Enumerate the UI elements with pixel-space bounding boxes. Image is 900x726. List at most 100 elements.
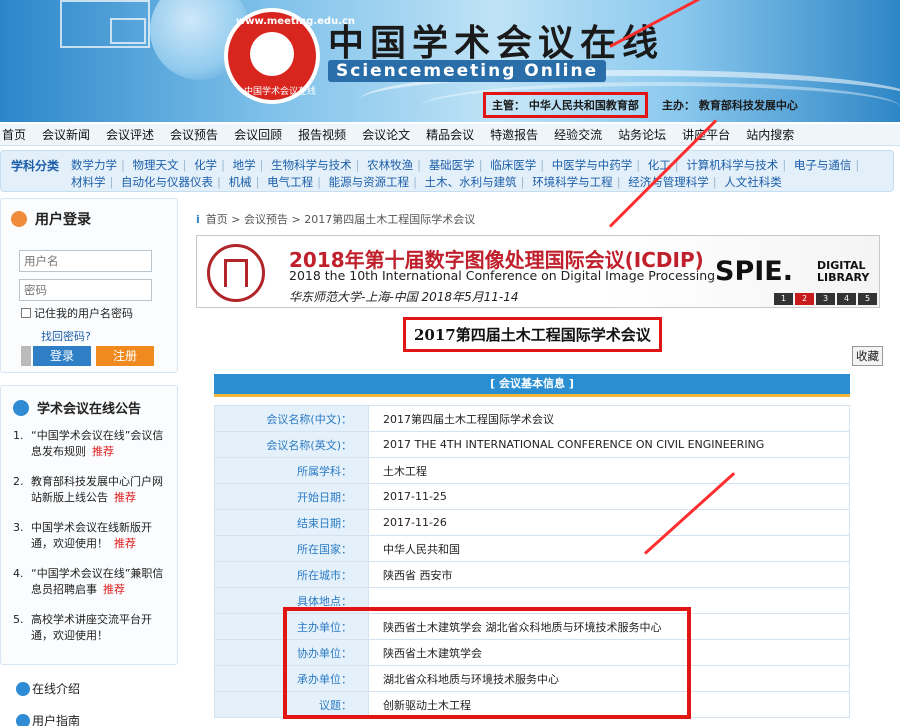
- subject-row-2: 材料学 | 自动化与仪器仪表 | 机械 | 电气工程 | 能源与资源工程 | 土木、水利与…: [71, 175, 782, 189]
- table-row: 承办单位： 湖北省众科地质与环境技术服务中心: [214, 665, 850, 692]
- remember-me[interactable]: 记住我的用户名密码: [21, 305, 133, 321]
- login-panel: 用户登录 记住我的用户名密码 找回密码? 登录 注册: [0, 198, 178, 373]
- field-value: 2017第四届土木工程国际学术会议: [368, 405, 850, 432]
- main-nav: 首页 会议新闻 会议评述 会议预告 会议回顾 报告视频 会议论文 精品会议 特邀…: [0, 124, 900, 146]
- ad-subtitle: 2018 the 10th International Conference o…: [289, 268, 716, 283]
- field-label: 结束日期：: [214, 509, 369, 536]
- recommend-badge: 推荐: [103, 583, 125, 596]
- subject-link[interactable]: 化学: [194, 158, 217, 172]
- subject-link[interactable]: 机械: [229, 175, 252, 189]
- register-button[interactable]: 注册: [96, 346, 154, 366]
- item-text: “中国学术会议在线”兼职信息员招聘启事 推荐: [31, 566, 173, 598]
- subject-link[interactable]: 基础医学: [429, 158, 475, 172]
- nav-retrospect[interactable]: 会议回顾: [234, 126, 282, 143]
- subject-link[interactable]: 材料学: [71, 175, 106, 189]
- nav-experience[interactable]: 经验交流: [554, 126, 602, 143]
- subject-link[interactable]: 农林牧渔: [367, 158, 413, 172]
- subject-link[interactable]: 能源与资源工程: [329, 175, 410, 189]
- collect-button[interactable]: 收藏: [852, 346, 883, 366]
- subject-link[interactable]: 经济与管理科学: [628, 175, 709, 189]
- nav-review[interactable]: 会议评述: [106, 126, 154, 143]
- subject-link[interactable]: 物理天文: [133, 158, 179, 172]
- recommend-badge: 推荐: [114, 537, 136, 550]
- announcement-item[interactable]: 3. 中国学术会议在线新版开通，欢迎使用！ 推荐: [13, 520, 173, 552]
- breadcrumb-text[interactable]: 首页 > 会议预告 > 2017第四届土木工程国际学术会议: [206, 213, 475, 226]
- table-row: 议题： 创新驱动土木工程: [214, 691, 850, 718]
- ad-page-button[interactable]: 5: [858, 293, 877, 305]
- nav-invited[interactable]: 特邀报告: [490, 126, 538, 143]
- side-link-label: 用户指南: [32, 714, 81, 726]
- nav-video[interactable]: 报告视频: [298, 126, 346, 143]
- item-text: 教育部科技发展中心门户网站新版上线公告 推荐: [31, 474, 173, 506]
- table-row: 主办单位： 陕西省土木建筑学会 湖北省众科地质与环境技术服务中心: [214, 613, 850, 640]
- subject-link[interactable]: 计算机科学与技术: [686, 158, 778, 172]
- table-row: 所属学科： 土木工程: [214, 457, 850, 484]
- logo-arc-text: 中国学术会议在线: [244, 87, 317, 97]
- table-row: 会议名称(英文)： 2017 THE 4TH INTERNATIONAL CONF…: [214, 431, 850, 458]
- item-title[interactable]: 教育部科技发展中心门户网站新版上线公告: [31, 475, 163, 504]
- item-title[interactable]: 高校学术讲座交流平台开通，欢迎使用！: [31, 613, 152, 642]
- side-link-guide[interactable]: 用户指南: [16, 712, 80, 726]
- info-section-title: [ 会议基本信息 ]: [490, 377, 574, 390]
- user-icon: [11, 211, 27, 227]
- site-logo[interactable]: www.meeting.edu.cn 中国学术会议在线: [224, 8, 355, 104]
- nav-papers[interactable]: 会议论文: [362, 126, 410, 143]
- ad-page-button[interactable]: 4: [837, 293, 856, 305]
- ad-page-button-active[interactable]: 2: [795, 293, 814, 305]
- subject-link[interactable]: 环境科学与工程: [532, 175, 613, 189]
- item-title[interactable]: “中国学术会议在线”兼职信息员招聘启事: [31, 567, 163, 596]
- announcement-item[interactable]: 2. 教育部科技发展中心门户网站新版上线公告 推荐: [13, 474, 173, 506]
- subject-link[interactable]: 自动化与仪器仪表: [121, 175, 213, 189]
- table-row: 所在国家： 中华人民共和国: [214, 535, 850, 562]
- ad-page-button[interactable]: 3: [816, 293, 835, 305]
- organizer-label: 主办： 教育部科技发展中心: [662, 99, 798, 112]
- nav-search[interactable]: 站内搜索: [746, 126, 794, 143]
- login-button[interactable]: 登录: [33, 346, 91, 366]
- announcement-list: 1. “中国学术会议在线”会议信息发布规则 推荐 2. 教育部科技发展中心门户网站新版…: [13, 428, 173, 658]
- field-value: 土木工程: [368, 457, 850, 484]
- page-root: www.meeting.edu.cn 中国学术会议在线 中国学术会议在线 Sci…: [0, 0, 900, 726]
- login-decor-strip: [21, 346, 31, 366]
- nav-home[interactable]: 首页: [2, 126, 26, 143]
- subject-link[interactable]: 数学力学: [71, 158, 117, 172]
- site-title-cn: 中国学术会议在线: [328, 22, 665, 64]
- spie-dl-text: DIGITAL LIBRARY: [817, 259, 870, 284]
- announcement-item[interactable]: 5. 高校学术讲座交流平台开通，欢迎使用！: [13, 612, 173, 644]
- field-label: 所属学科：: [214, 457, 369, 484]
- subject-link[interactable]: 电气工程: [267, 175, 313, 189]
- field-value: 2017 THE 4TH INTERNATIONAL CONFERENCE ON…: [368, 431, 850, 458]
- subject-link[interactable]: 土木、水利与建筑: [425, 175, 517, 189]
- ad-banner[interactable]: 2018年第十届数字图像处理国际会议(ICDIP) 2018 the 10th …: [196, 235, 880, 308]
- forgot-password-link[interactable]: 找回密码?: [41, 328, 91, 344]
- field-label: 具体地点：: [214, 587, 369, 614]
- nav-news[interactable]: 会议新闻: [42, 126, 90, 143]
- field-label: 议题：: [214, 691, 369, 718]
- subject-link[interactable]: 电子与通信: [794, 158, 852, 172]
- side-link-intro[interactable]: 在线介绍: [16, 680, 80, 697]
- subject-link[interactable]: 生物科学与技术: [271, 158, 352, 172]
- subject-link[interactable]: 临床医学: [490, 158, 536, 172]
- spie-logo: SPIE.: [715, 256, 793, 287]
- announcement-item[interactable]: 4. “中国学术会议在线”兼职信息员招聘启事 推荐: [13, 566, 173, 598]
- subject-link[interactable]: 地学: [233, 158, 256, 172]
- table-row: 开始日期： 2017-11-25: [214, 483, 850, 510]
- username-input[interactable]: [19, 250, 152, 272]
- nav-forum[interactable]: 站务论坛: [618, 126, 666, 143]
- item-text: “中国学术会议在线”会议信息发布规则 推荐: [31, 428, 173, 460]
- ad-pager: 1 2 3 4 5: [772, 293, 877, 305]
- subject-link[interactable]: 人文社科类: [724, 175, 782, 189]
- remember-checkbox[interactable]: [21, 308, 31, 318]
- announcement-item[interactable]: 1. “中国学术会议在线”会议信息发布规则 推荐: [13, 428, 173, 460]
- subject-link[interactable]: 中医学与中药学: [552, 158, 633, 172]
- spie-digital-library: DIGITAL LIBRARY: [817, 260, 879, 284]
- decor-box-small: [110, 18, 146, 44]
- password-input[interactable]: [19, 279, 152, 301]
- table-row: 会议名称(中文)： 2017第四届土木工程国际学术会议: [214, 405, 850, 432]
- nav-featured[interactable]: 精品会议: [426, 126, 474, 143]
- item-number: 5.: [13, 613, 24, 626]
- nav-preview[interactable]: 会议预告: [170, 126, 218, 143]
- item-text: 中国学术会议在线新版开通，欢迎使用！ 推荐: [31, 520, 173, 552]
- announcement-panel: 学术会议在线公告 1. “中国学术会议在线”会议信息发布规则 推荐 2. 教育部科技发…: [0, 385, 178, 665]
- info-icon: i: [196, 213, 200, 226]
- ad-page-button[interactable]: 1: [774, 293, 793, 305]
